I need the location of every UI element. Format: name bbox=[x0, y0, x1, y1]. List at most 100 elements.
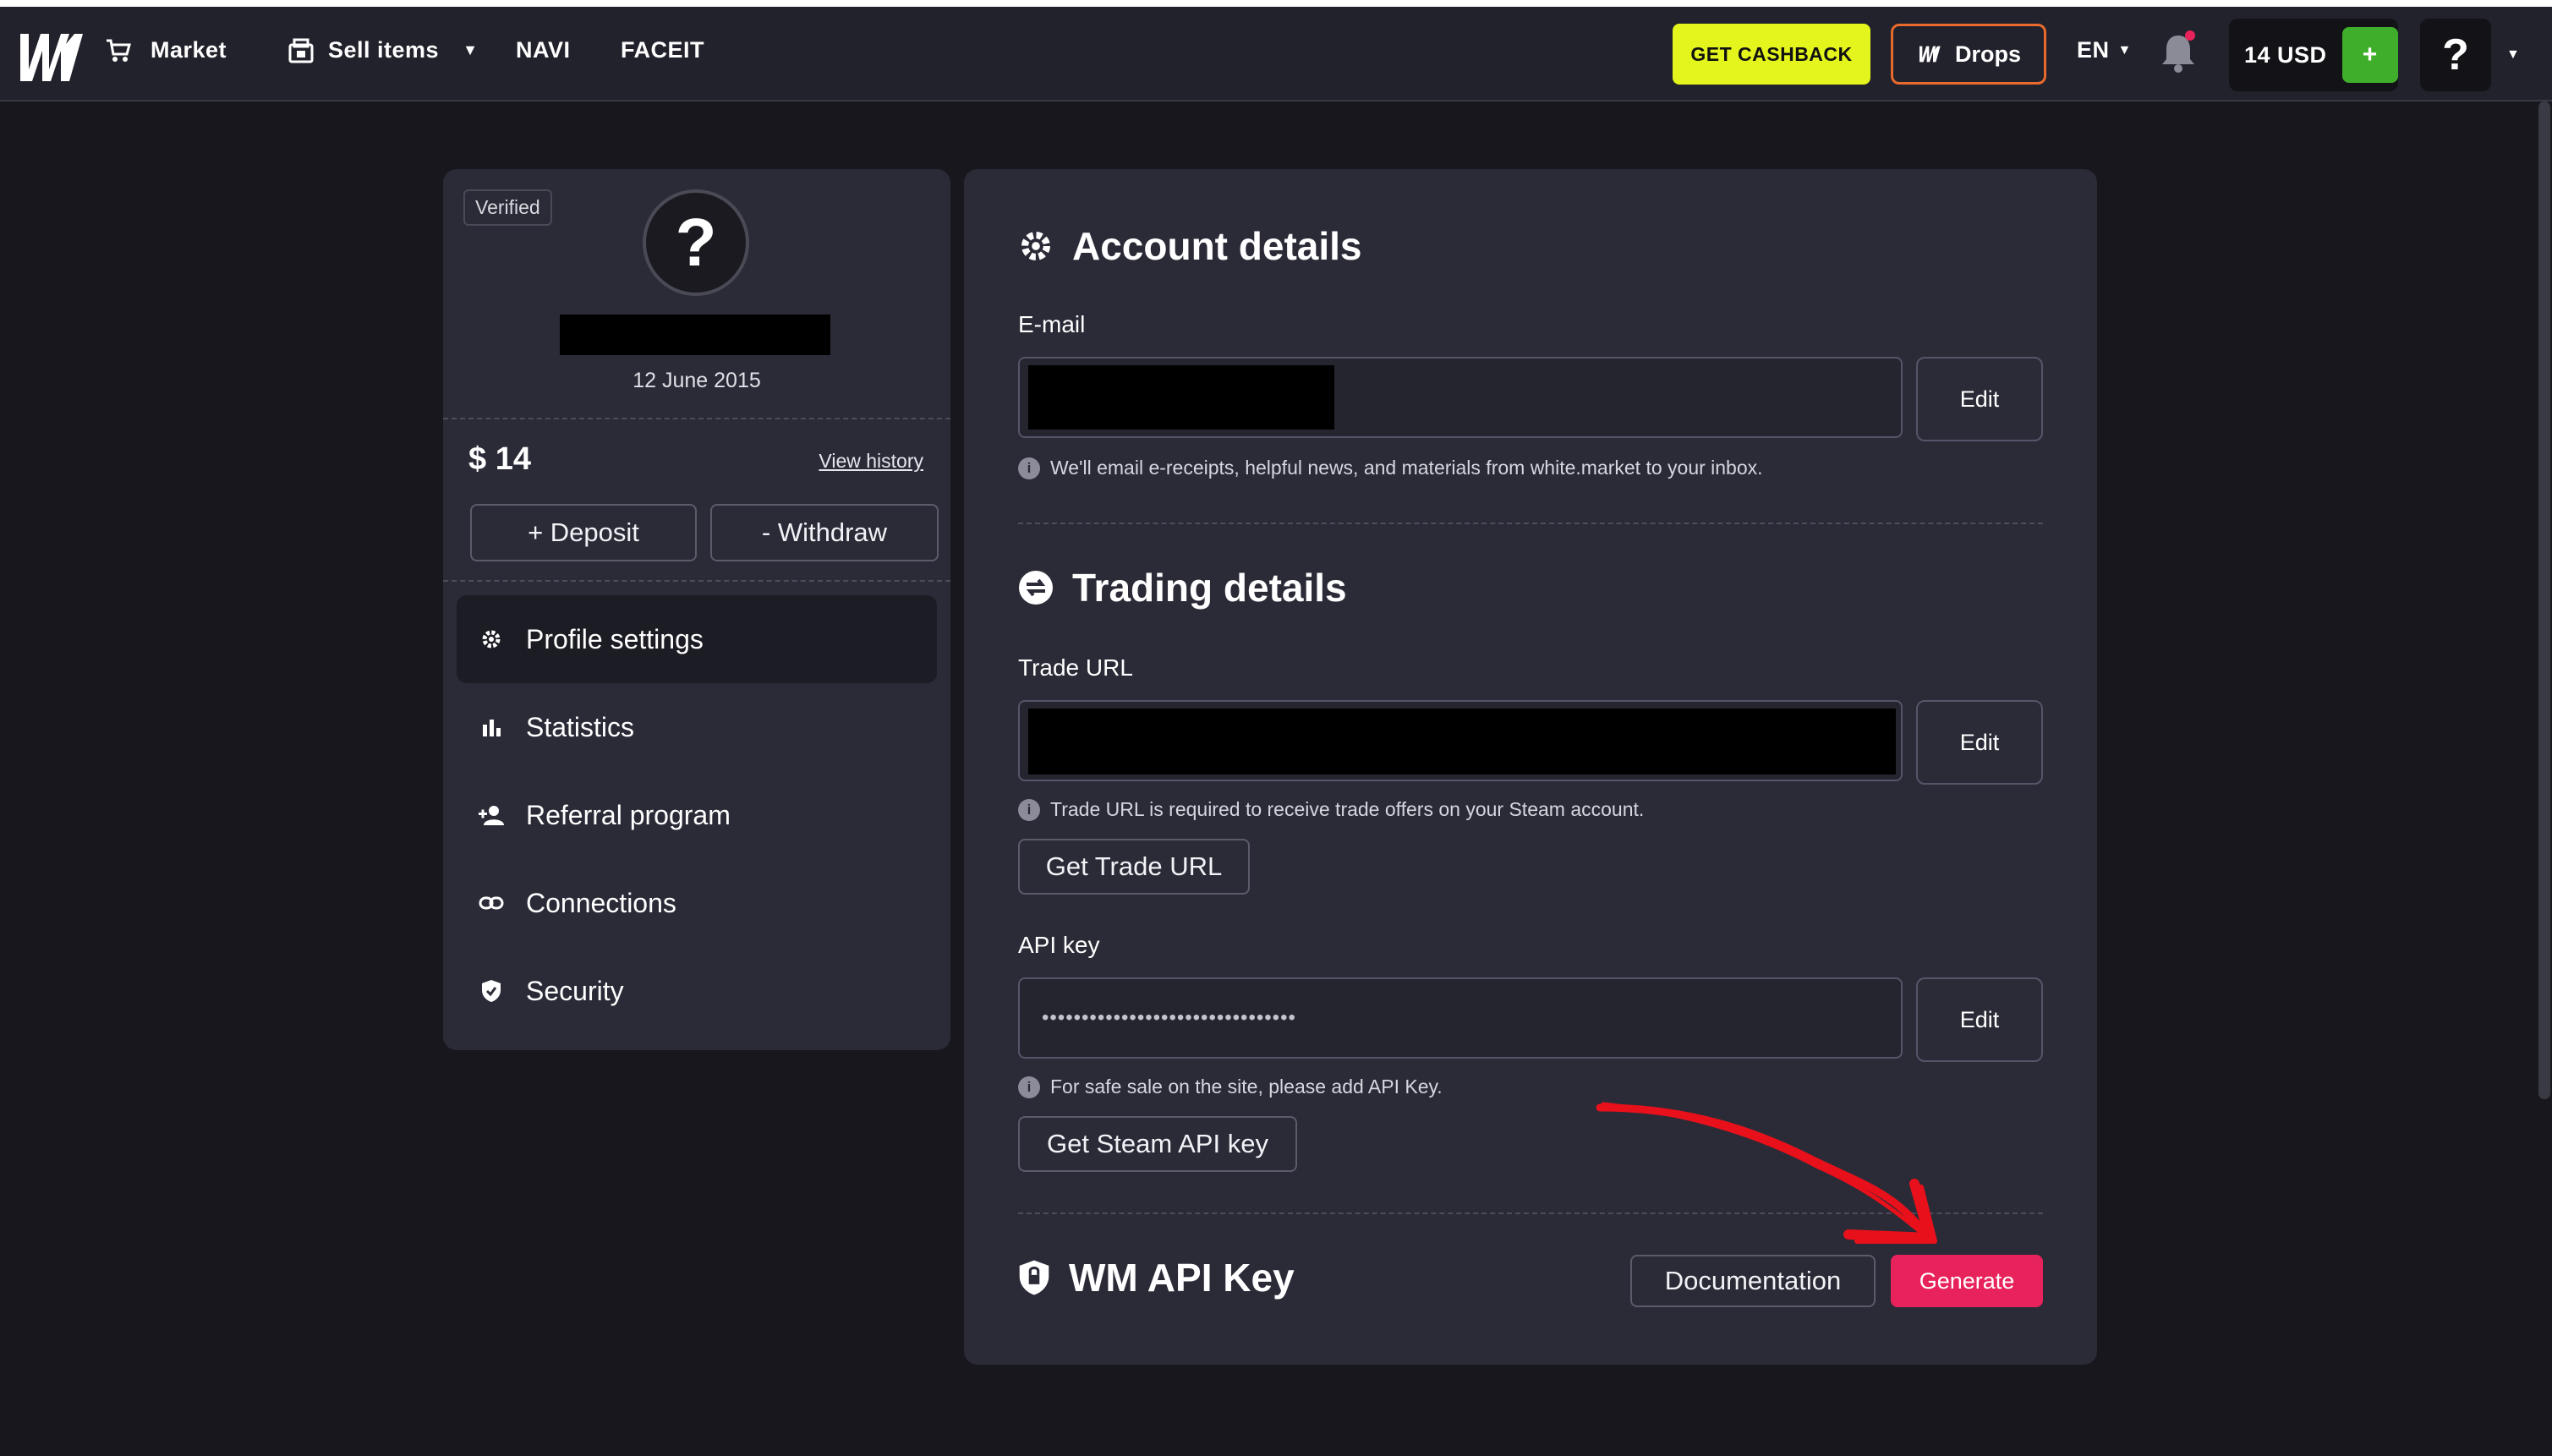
divider bbox=[1018, 523, 2043, 524]
profile-settings-panel: Account details E-mail Edit i We'll emai… bbox=[964, 169, 2097, 1365]
generate-button[interactable]: Generate bbox=[1891, 1255, 2043, 1307]
api-key-edit-button[interactable]: Edit bbox=[1916, 977, 2043, 1062]
email-field[interactable] bbox=[1018, 357, 1903, 438]
email-hint-text: We'll email e-receipts, helpful news, an… bbox=[1050, 457, 1763, 479]
white-market-logo-icon[interactable] bbox=[15, 22, 86, 93]
trade-url-hint: i Trade URL is required to receive trade… bbox=[1018, 798, 1644, 821]
get-cashback-button[interactable]: GET CASHBACK bbox=[1673, 24, 1870, 85]
sidebar-item-label: Security bbox=[526, 975, 624, 1006]
deposit-label: + Deposit bbox=[528, 517, 639, 547]
email-redacted bbox=[1028, 365, 1334, 430]
account-details-heading: Account details bbox=[1018, 223, 1362, 269]
email-label: E-mail bbox=[1018, 311, 1086, 337]
wm-api-key-heading: WM API Key bbox=[1018, 1255, 1295, 1300]
nav-navi[interactable]: NAVI bbox=[516, 37, 571, 63]
sidebar-item-label: Statistics bbox=[526, 711, 635, 742]
add-funds-label: + bbox=[2362, 41, 2378, 68]
add-funds-button[interactable]: + bbox=[2341, 27, 2398, 83]
verified-label: Verified bbox=[475, 196, 540, 218]
sidebar-item-profile-settings[interactable]: Profile settings bbox=[457, 595, 937, 683]
bell-icon bbox=[2162, 30, 2195, 73]
help-icon: ? bbox=[2442, 30, 2469, 79]
bar-chart-icon bbox=[479, 714, 504, 740]
page-scrollbar[interactable] bbox=[2538, 101, 2550, 1099]
balance-widget[interactable]: 14 USD + bbox=[2229, 19, 2398, 91]
info-icon: i bbox=[1018, 798, 1040, 821]
sidebar-item-label: Connections bbox=[526, 887, 676, 918]
account-balance: $ 14 bbox=[468, 441, 531, 477]
api-key-hint: i For safe sale on the site, please add … bbox=[1018, 1076, 1443, 1098]
cart-icon bbox=[107, 39, 131, 62]
user-menu-chevron-down-icon[interactable]: ▼ bbox=[2506, 47, 2520, 63]
api-key-field[interactable]: •••••••••••••••••••••••••••••••• bbox=[1018, 977, 1903, 1059]
divider bbox=[443, 418, 950, 419]
drops-logo-icon bbox=[1919, 46, 1941, 63]
email-edit-label: Edit bbox=[1959, 386, 2000, 412]
sidebar-item-statistics[interactable]: Statistics bbox=[457, 683, 937, 771]
trade-url-field[interactable] bbox=[1018, 700, 1903, 781]
window-top-edge bbox=[0, 0, 2552, 7]
trade-url-label: Trade URL bbox=[1018, 654, 1133, 681]
sidebar-item-label: Referral program bbox=[526, 799, 731, 830]
info-icon: i bbox=[1018, 1076, 1040, 1098]
drops-label: Drops bbox=[1954, 41, 2021, 67]
generate-label: Generate bbox=[1919, 1267, 2015, 1294]
username-redacted bbox=[560, 315, 830, 355]
shield-icon bbox=[479, 978, 504, 1004]
divider bbox=[443, 580, 950, 582]
get-steam-api-key-button[interactable]: Get Steam API key bbox=[1018, 1116, 1297, 1172]
store-icon bbox=[288, 38, 314, 63]
exchange-icon bbox=[1019, 571, 1053, 605]
notifications-button[interactable] bbox=[2160, 30, 2197, 74]
email-edit-button[interactable]: Edit bbox=[1916, 357, 2043, 441]
nav-sell-items-label: Sell items bbox=[328, 37, 440, 63]
api-key-label: API key bbox=[1018, 932, 1100, 958]
verified-badge: Verified bbox=[463, 189, 552, 226]
sidebar-item-referral-program[interactable]: Referral program bbox=[457, 771, 937, 859]
language-label: EN bbox=[2077, 37, 2110, 63]
balance-label: 14 USD bbox=[2244, 41, 2327, 68]
email-hint: i We'll email e-receipts, helpful news, … bbox=[1018, 457, 1763, 479]
nav-faceit-label: FACEIT bbox=[621, 37, 705, 63]
sidebar-item-security[interactable]: Security bbox=[457, 947, 937, 1035]
nav-navi-label: NAVI bbox=[516, 37, 571, 63]
avatar[interactable]: ? bbox=[643, 189, 749, 296]
api-key-edit-label: Edit bbox=[1959, 1006, 2000, 1032]
chevron-down-icon: ▼ bbox=[2117, 42, 2132, 57]
sidebar-item-label: Profile settings bbox=[526, 623, 704, 654]
info-icon: i bbox=[1018, 457, 1040, 479]
shield-lock-icon bbox=[1019, 1260, 1049, 1295]
withdraw-button[interactable]: - Withdraw bbox=[710, 504, 939, 561]
link-icon bbox=[479, 890, 504, 916]
gear-icon bbox=[479, 627, 504, 652]
view-history-link[interactable]: View history bbox=[819, 450, 923, 473]
nav-market[interactable]: Market bbox=[105, 37, 227, 63]
documentation-label: Documentation bbox=[1664, 1266, 1842, 1295]
profile-sidebar: Verified ? 12 June 2015 $ 14 View histor… bbox=[443, 169, 950, 1050]
top-navbar: Market Sell items ▼ NAVI FACEIT GET CASH… bbox=[0, 7, 2552, 101]
withdraw-label: - Withdraw bbox=[761, 517, 888, 547]
get-trade-url-button[interactable]: Get Trade URL bbox=[1018, 839, 1250, 895]
account-details-title: Account details bbox=[1072, 224, 1362, 268]
trade-url-edit-label: Edit bbox=[1959, 729, 2000, 755]
nav-sell-items[interactable]: Sell items ▼ bbox=[288, 37, 478, 63]
api-key-value: •••••••••••••••••••••••••••••••• bbox=[1042, 1006, 1296, 1029]
get-steam-api-key-label: Get Steam API key bbox=[1047, 1129, 1268, 1158]
nav-market-label: Market bbox=[151, 37, 227, 63]
sidebar-item-connections[interactable]: Connections bbox=[457, 859, 937, 947]
avatar-placeholder-icon: ? bbox=[675, 205, 717, 280]
gear-icon bbox=[1021, 232, 1050, 260]
get-trade-url-label: Get Trade URL bbox=[1045, 851, 1223, 881]
trade-url-edit-button[interactable]: Edit bbox=[1916, 700, 2043, 785]
divider bbox=[1018, 1212, 2043, 1214]
drops-button[interactable]: Drops bbox=[1891, 24, 2046, 85]
deposit-button[interactable]: + Deposit bbox=[470, 504, 697, 561]
api-key-hint-text: For safe sale on the site, please add AP… bbox=[1050, 1076, 1443, 1097]
help-button[interactable]: ? bbox=[2420, 19, 2491, 91]
documentation-button[interactable]: Documentation bbox=[1630, 1255, 1876, 1307]
trade-url-hint-text: Trade URL is required to receive trade o… bbox=[1050, 798, 1645, 820]
chevron-down-icon: ▼ bbox=[2506, 47, 2520, 62]
trade-url-redacted bbox=[1028, 709, 1896, 775]
nav-faceit[interactable]: FACEIT bbox=[621, 37, 704, 63]
language-selector[interactable]: EN ▼ bbox=[2077, 37, 2131, 63]
